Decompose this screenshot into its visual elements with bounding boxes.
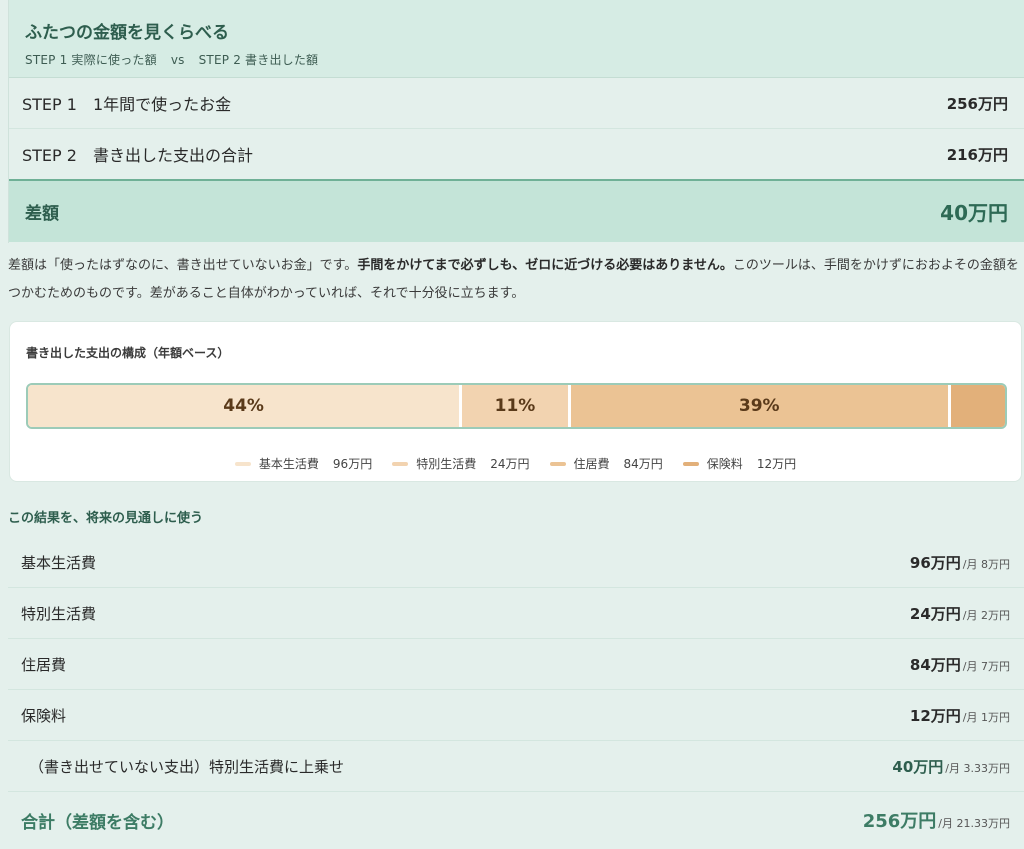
projection-monthly: /月 1万円	[962, 710, 1010, 724]
projection-row-basic: 基本生活費 96万円/月 8万円	[8, 537, 1024, 588]
composition-title: 書き出した支出の構成（年額ベース）	[26, 346, 230, 360]
difference-row: 差額 40万円	[9, 179, 1024, 242]
projection-label: 保険料	[21, 706, 67, 725]
composition-segment: 44%	[28, 385, 463, 427]
vs-label: vs	[170, 53, 185, 67]
legend-item: 基本生活費 96万円	[234, 455, 373, 472]
projection-title: この結果を、将来の見通しに使う	[8, 511, 204, 526]
composition-segment: 11%	[462, 385, 571, 427]
projection-amount: 24万円	[909, 604, 961, 623]
step1-label: STEP 1 1年間で使ったお金	[22, 95, 232, 114]
legend-item: 保険料 12万円	[682, 455, 797, 472]
comparison-title: ふたつの金額を見くらべる	[25, 23, 229, 43]
legend-item: 特別生活費 24万円	[392, 455, 530, 472]
projection-row-special: 特別生活費 24万円/月 2万円	[8, 588, 1024, 639]
comparison-subtitle: STEP 1 実際に使った額 vs STEP 2 書き出した額	[25, 51, 1008, 68]
composition-stacked-bar: 44% 11% 39%	[26, 383, 1007, 429]
composition-card: 書き出した支出の構成（年額ベース） 44% 11% 39% 基本生活費 96万円 特別生…	[9, 321, 1022, 482]
legend-label: 保険料	[706, 457, 743, 471]
projection-list: 基本生活費 96万円/月 8万円 特別生活費 24万円/月 2万円 住居費 84…	[8, 537, 1024, 848]
projection-monthly: /月 2万円	[962, 608, 1010, 622]
projection-label: 特別生活費	[21, 604, 97, 623]
composition-segment: 39%	[570, 385, 951, 427]
step2-value: 216万円	[946, 145, 1008, 164]
step2-row: STEP 2 書き出した支出の合計 216万円	[9, 129, 1024, 180]
comparison-header: ふたつの金額を見くらべる STEP 1 実際に使った額 vs STEP 2 書き出し…	[9, 0, 1024, 78]
legend-item: 住居費 84万円	[549, 455, 663, 472]
projection-total-row: 合計（差額を含む） 256万円/月 21.33万円	[8, 792, 1024, 848]
step1-value: 256万円	[946, 94, 1008, 113]
projection-amount: 96万円	[909, 553, 961, 572]
legend-swatch	[234, 461, 251, 466]
projection-row-unlisted: （書き出せていない支出）特別生活費に上乗せ 40万円/月 3.33万円	[8, 741, 1024, 792]
legend-label: 特別生活費	[416, 457, 477, 471]
difference-value: 40万円	[940, 201, 1008, 225]
legend-swatch	[392, 461, 409, 466]
projection-amount: 40万円	[892, 757, 944, 776]
legend-amount: 24万円	[490, 457, 530, 471]
step1-tag: STEP 1 実際に使った額	[25, 53, 157, 67]
note-bold-text: 手間をかけてまで必ずしも、ゼロに近づける必要はありません。	[357, 258, 733, 273]
step2-label: STEP 2 書き出した支出の合計	[22, 146, 253, 165]
legend-amount: 96万円	[332, 457, 373, 471]
legend-amount: 12万円	[756, 457, 797, 471]
legend-swatch	[549, 461, 566, 466]
projection-label: 基本生活費	[21, 553, 97, 572]
legend-label: 住居費	[573, 457, 610, 471]
projection-amount: 12万円	[909, 706, 961, 725]
projection-monthly: /月 8万円	[962, 557, 1010, 571]
projection-label: 住居費	[21, 655, 67, 674]
projection-row-housing: 住居費 84万円/月 7万円	[8, 639, 1024, 690]
legend-swatch	[682, 461, 699, 466]
legend-label: 基本生活費	[258, 457, 319, 471]
projection-total-label: 合計（差額を含む）	[21, 812, 174, 833]
projection-monthly: /月 3.33万円	[945, 761, 1010, 775]
projection-total-monthly: /月 21.33万円	[938, 817, 1010, 830]
projection-label: （書き出せていない支出）特別生活費に上乗せ	[29, 757, 345, 776]
projection-amount: 84万円	[909, 655, 961, 674]
projection-row-insurance: 保険料 12万円/月 1万円	[8, 690, 1024, 741]
step1-row: STEP 1 1年間で使ったお金 256万円	[9, 78, 1024, 129]
legend-amount: 84万円	[623, 457, 663, 471]
composition-segment	[950, 385, 1005, 427]
composition-legend: 基本生活費 96万円 特別生活費 24万円 住居費 84万円 保険料 12万円	[10, 455, 1021, 472]
comparison-card: ふたつの金額を見くらべる STEP 1 実際に使った額 vs STEP 2 書き出し…	[8, 0, 1024, 243]
projection-total-amount: 256万円	[862, 811, 937, 832]
note-text-1: 差額は「使ったはずなのに、書き出せていないお金」です。	[8, 258, 358, 273]
projection-monthly: /月 7万円	[962, 659, 1010, 673]
difference-label: 差額	[25, 204, 59, 224]
step2-tag: STEP 2 書き出した額	[198, 53, 319, 67]
difference-note: 差額は「使ったはずなのに、書き出せていないお金」です。手間をかけてまで必ずしも、…	[8, 252, 1020, 308]
